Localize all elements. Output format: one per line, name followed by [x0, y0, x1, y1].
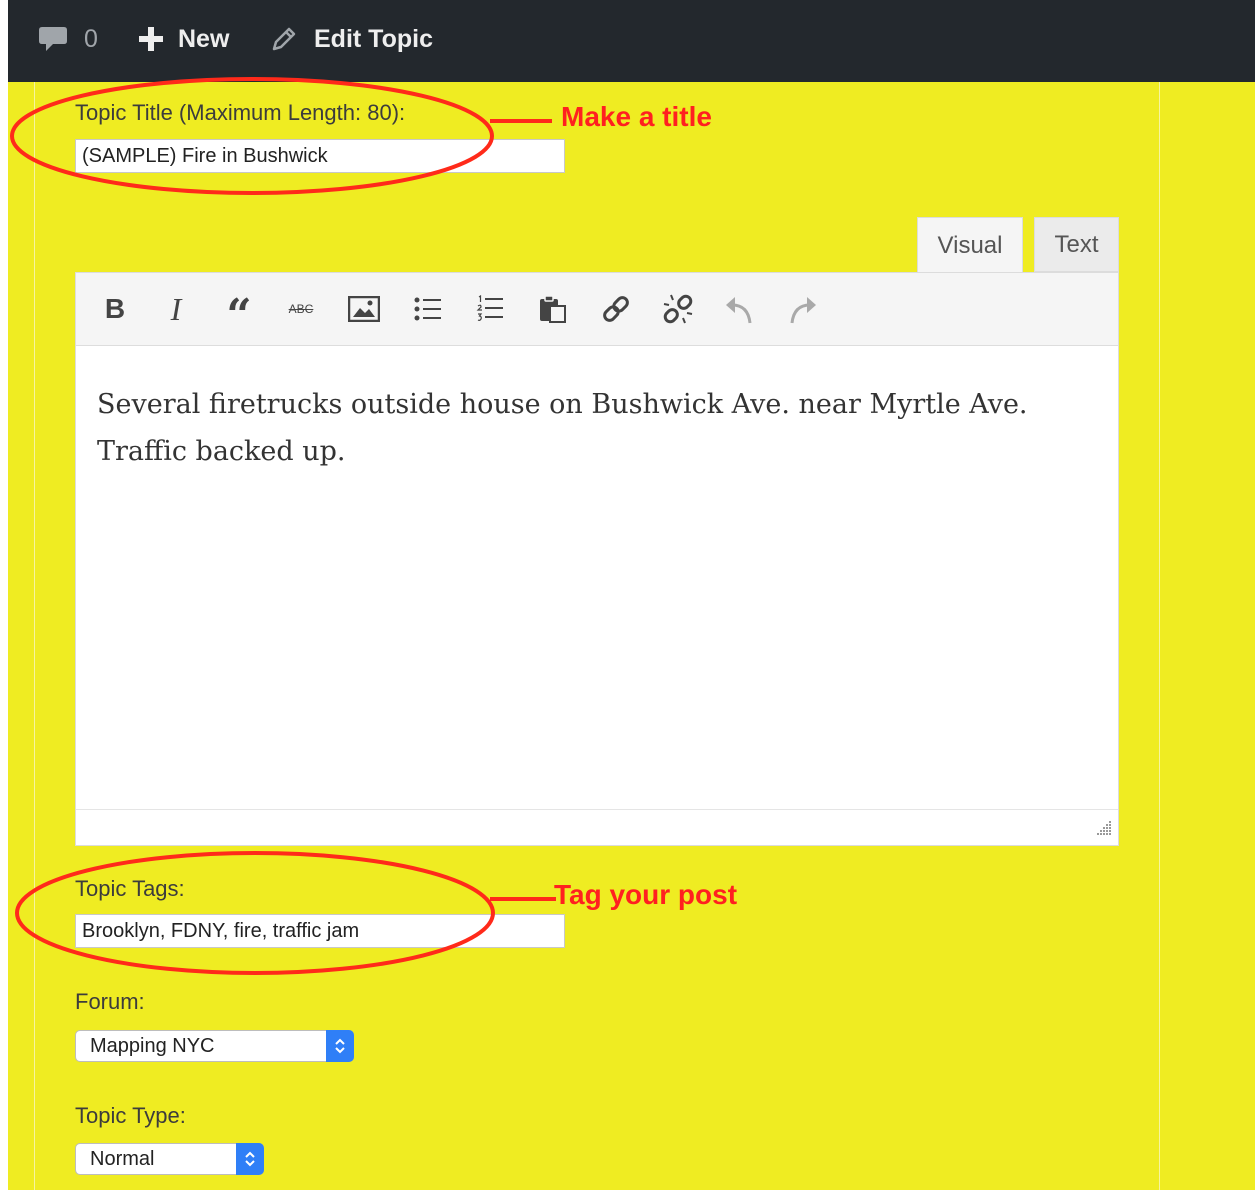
right-divider [1159, 82, 1160, 1190]
topic-title-input[interactable]: (SAMPLE) Fire in Bushwick [75, 139, 565, 173]
italic-icon[interactable]: I [158, 291, 194, 327]
undo-icon[interactable] [722, 291, 758, 327]
plus-icon [138, 26, 164, 52]
select-arrows-icon [236, 1143, 264, 1175]
redo-icon[interactable] [784, 291, 820, 327]
edit-topic-menu[interactable]: Edit Topic [270, 0, 433, 78]
editor-content[interactable]: Several firetrucks outside house on Bush… [97, 381, 1097, 475]
topic-type-label: Topic Type: [75, 1103, 186, 1128]
bullet-list-icon[interactable] [410, 291, 446, 327]
pencil-icon [270, 25, 298, 53]
forum-label: Forum: [75, 989, 145, 1014]
tab-visual[interactable]: Visual [917, 217, 1023, 273]
resize-handle-icon[interactable] [1096, 820, 1112, 841]
edit-topic-label: Edit Topic [314, 24, 433, 53]
tab-text[interactable]: Text [1034, 217, 1119, 272]
title-annotation: Make a title [561, 101, 712, 132]
link-icon[interactable] [598, 291, 634, 327]
image-icon[interactable] [346, 291, 382, 327]
content-line: Traffic backed up. [97, 436, 346, 467]
forum-select[interactable]: Mapping NYC [75, 1030, 354, 1062]
new-label: New [178, 24, 230, 53]
editor-statusbar [76, 809, 1118, 845]
unlink-icon[interactable] [660, 291, 696, 327]
topic-tags-input[interactable]: Brooklyn, FDNY, fire, traffic jam [75, 914, 565, 948]
topic-title-label: Topic Title (Maximum Length: 80): [75, 100, 406, 125]
tags-annotation: Tag your post [554, 879, 738, 910]
editor: B I “ ABC Several firetrucks outside hou… [75, 272, 1119, 846]
editor-toolbar: B I “ ABC [76, 273, 1118, 346]
bold-icon[interactable]: B [97, 291, 133, 327]
comments-count: 0 [84, 24, 98, 53]
comment-bubble-icon [38, 24, 68, 54]
new-menu[interactable]: New [138, 0, 229, 78]
topic-type-select-value: Normal [90, 1148, 155, 1170]
select-arrows-icon [326, 1030, 354, 1062]
paste-icon[interactable] [535, 291, 571, 327]
topic-type-select[interactable]: Normal [75, 1143, 264, 1175]
numbered-list-icon[interactable] [472, 291, 508, 327]
admin-bar: 0 New Edit Topic [8, 0, 1255, 82]
content-line: Several firetrucks outside house on Bush… [97, 389, 1028, 420]
left-divider [34, 82, 35, 1190]
strikethrough-icon[interactable]: ABC [283, 291, 319, 327]
comments-menu[interactable]: 0 [38, 0, 98, 78]
topic-tags-label: Topic Tags: [75, 876, 185, 901]
forum-select-value: Mapping NYC [90, 1035, 215, 1057]
blockquote-icon[interactable]: “ [221, 291, 257, 338]
